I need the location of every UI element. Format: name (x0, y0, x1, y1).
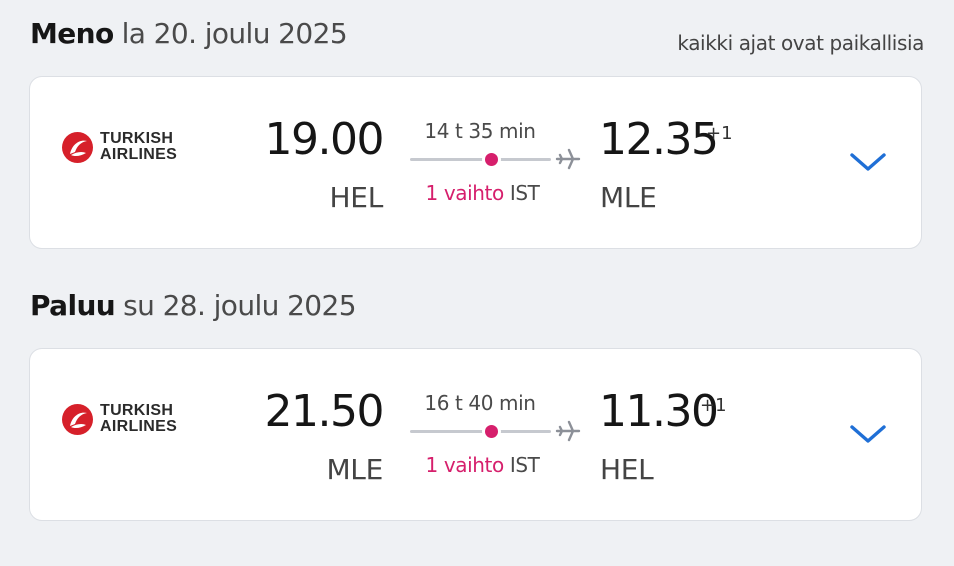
stops-count: 1 vaihto (425, 453, 505, 477)
day-offset: +1 (700, 395, 727, 416)
airline-name-line2: AIRLINES (100, 146, 178, 163)
outbound-flight-card[interactable]: TURKISH AIRLINES 19.00 HEL 14 t 35 min 1… (29, 76, 922, 249)
stop-marker (482, 150, 501, 169)
day-offset: +1 (706, 123, 733, 144)
stop-airport: IST (509, 453, 540, 477)
chevron-down-icon[interactable] (848, 149, 888, 177)
flight-duration: 16 t 40 min (424, 391, 536, 415)
airline-logo: TURKISH AIRLINES (62, 129, 212, 169)
local-times-note: kaikki ajat ovat paikallisia (677, 31, 924, 55)
return-heading: Paluu su 28. joulu 2025 (30, 289, 357, 322)
arrival-time: 12.35 (599, 114, 719, 165)
stops-count: 1 vaihto (425, 181, 505, 205)
return-date: su 28. joulu 2025 (123, 289, 356, 322)
chevron-down-icon[interactable] (848, 421, 888, 449)
arrival-airport: MLE (600, 181, 657, 214)
airplane-icon (555, 148, 581, 170)
stop-marker (482, 422, 501, 441)
route-line (410, 430, 551, 433)
return-label: Paluu (30, 289, 116, 322)
route-line (410, 158, 551, 161)
departure-airport: HEL (329, 181, 384, 214)
stop-airport: IST (509, 181, 540, 205)
turkish-airlines-emblem-icon (62, 404, 93, 435)
airline-name-line1: TURKISH (100, 402, 174, 419)
return-flight-card[interactable]: TURKISH AIRLINES 21.50 MLE 16 t 40 min 1… (29, 348, 922, 521)
airline-name-line1: TURKISH (100, 130, 174, 147)
outbound-heading: Meno la 20. joulu 2025 (30, 17, 348, 50)
departure-time: 19.00 (264, 114, 385, 165)
airline-logo: TURKISH AIRLINES (62, 401, 212, 441)
turkish-airlines-emblem-icon (62, 132, 93, 163)
stops-info: 1 vaihto IST (410, 181, 555, 205)
outbound-label: Meno (30, 17, 114, 50)
airplane-icon (555, 420, 581, 442)
departure-airport: MLE (326, 453, 383, 486)
departure-time: 21.50 (264, 386, 385, 437)
outbound-date: la 20. joulu 2025 (121, 17, 348, 50)
airline-name-line2: AIRLINES (100, 418, 178, 435)
arrival-airport: HEL (600, 453, 654, 486)
flight-duration: 14 t 35 min (424, 119, 536, 143)
stops-info: 1 vaihto IST (410, 453, 555, 477)
